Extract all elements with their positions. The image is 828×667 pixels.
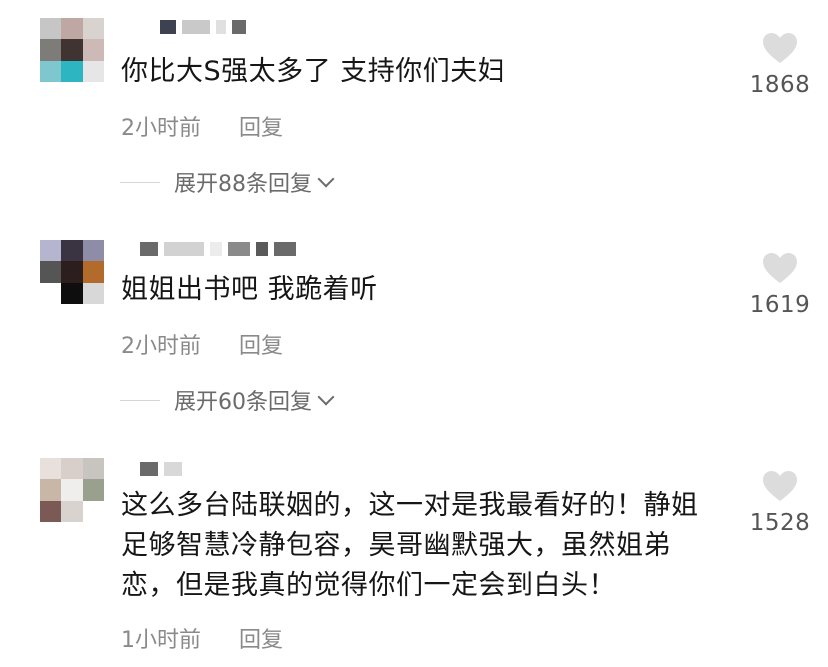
reply-button[interactable]: 回复 bbox=[239, 110, 283, 142]
like-button[interactable]: 1868 bbox=[748, 32, 812, 98]
avatar-pixel bbox=[40, 458, 62, 480]
username-blurred[interactable] bbox=[140, 462, 182, 480]
heart-icon bbox=[763, 471, 797, 501]
avatar-pixel bbox=[82, 282, 104, 304]
avatar-pixel bbox=[40, 479, 62, 501]
avatar-pixel bbox=[61, 479, 83, 501]
avatar-pixel bbox=[61, 500, 83, 522]
chevron-down-icon bbox=[317, 170, 335, 188]
avatar-pixel bbox=[40, 500, 62, 522]
divider-line bbox=[120, 399, 160, 401]
comment-meta: 2小时前 回复 bbox=[121, 328, 283, 360]
avatar-pixel bbox=[61, 458, 83, 480]
like-count: 1528 bbox=[749, 510, 811, 536]
avatar-pixel bbox=[82, 39, 104, 61]
avatar-pixel bbox=[40, 60, 62, 82]
username-blurred[interactable] bbox=[160, 20, 246, 38]
heart-icon bbox=[763, 33, 797, 63]
avatar-pixel bbox=[61, 261, 83, 283]
like-count: 1619 bbox=[749, 292, 811, 318]
divider-line bbox=[120, 181, 160, 183]
expand-replies-button[interactable]: 展开60条回复 bbox=[120, 384, 335, 416]
avatar-pixel bbox=[82, 60, 104, 82]
avatar-pixel bbox=[40, 39, 62, 61]
avatar-pixel bbox=[61, 18, 83, 40]
heart-icon bbox=[763, 253, 797, 283]
avatar[interactable] bbox=[40, 458, 104, 522]
chevron-down-icon bbox=[317, 388, 335, 406]
username-blurred[interactable] bbox=[140, 242, 296, 260]
avatar-pixel bbox=[40, 261, 62, 283]
avatar-pixel bbox=[40, 282, 62, 304]
reply-button[interactable]: 回复 bbox=[239, 622, 283, 654]
avatar-pixel bbox=[40, 18, 62, 40]
avatar-pixel bbox=[82, 240, 104, 262]
comment-time: 2小时前 bbox=[121, 116, 201, 141]
avatar-pixel bbox=[82, 18, 104, 40]
comment-text: 这么多台陆联姻的，这一对是我最看好的！静姐足够智慧冷静包容，昊哥幽默强大，虽然姐… bbox=[121, 490, 699, 601]
expand-replies-button[interactable]: 展开88条回复 bbox=[120, 166, 335, 198]
avatar-pixel bbox=[61, 240, 83, 262]
avatar-pixel bbox=[82, 479, 104, 501]
avatar-pixel bbox=[40, 240, 62, 262]
comment-meta: 1小时前 回复 bbox=[121, 622, 283, 654]
comment-time: 2小时前 bbox=[121, 334, 201, 359]
like-button[interactable]: 1619 bbox=[748, 252, 812, 318]
comment-text: 姐姐出书吧 我跪着听 bbox=[121, 274, 378, 305]
avatar[interactable] bbox=[40, 240, 104, 304]
reply-button[interactable]: 回复 bbox=[239, 328, 283, 360]
comment-meta: 2小时前 回复 bbox=[121, 110, 283, 142]
like-count: 1868 bbox=[749, 72, 811, 98]
avatar-pixel bbox=[61, 39, 83, 61]
expand-replies-label: 展开60条回复 bbox=[174, 390, 312, 415]
comment-text: 你比大S强太多了 支持你们夫妇 bbox=[121, 56, 506, 87]
avatar-pixel bbox=[61, 282, 83, 304]
avatar-pixel bbox=[61, 60, 83, 82]
avatar[interactable] bbox=[40, 18, 104, 82]
avatar-pixel bbox=[82, 500, 104, 522]
comment-time: 1小时前 bbox=[121, 628, 201, 653]
expand-replies-label: 展开88条回复 bbox=[174, 172, 312, 197]
like-button[interactable]: 1528 bbox=[748, 470, 812, 536]
avatar-pixel bbox=[82, 261, 104, 283]
avatar-pixel bbox=[82, 458, 104, 480]
